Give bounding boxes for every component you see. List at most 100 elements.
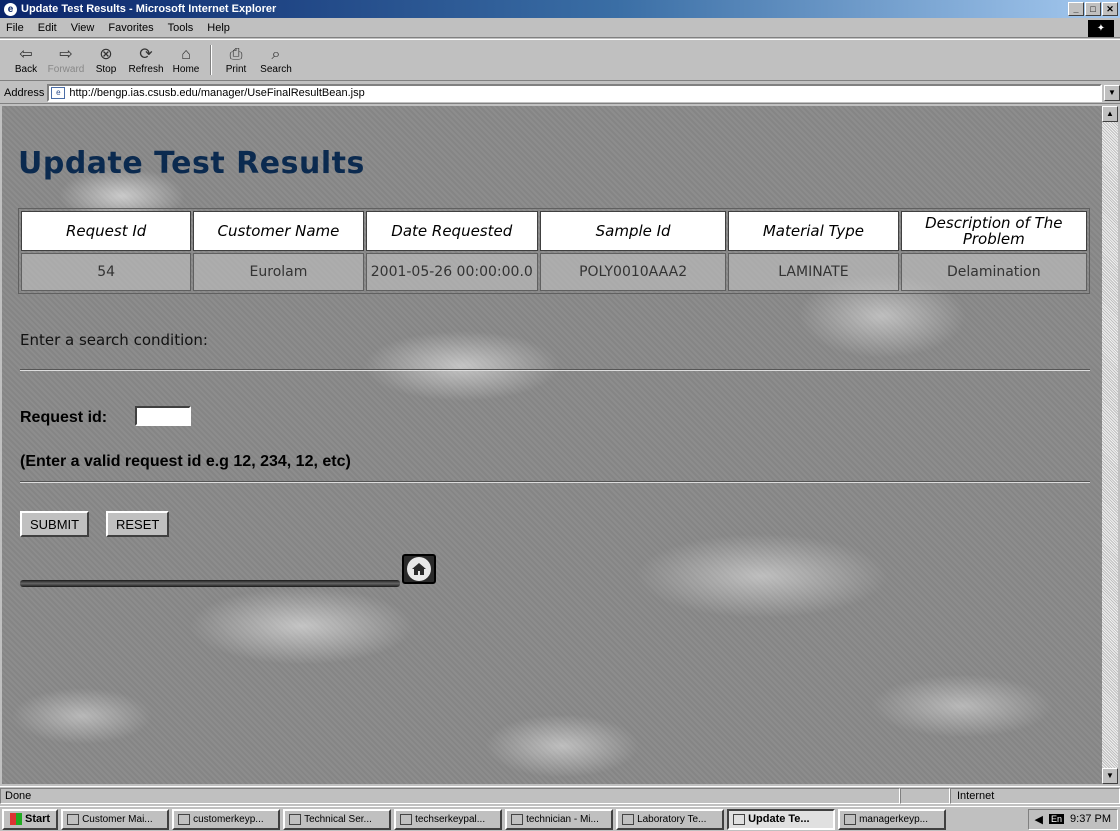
menu-file[interactable]: File: [6, 22, 24, 34]
request-id-input[interactable]: [135, 406, 191, 426]
request-id-label: Request id:: [20, 409, 108, 426]
taskbar-item[interactable]: technician - Mi...: [505, 808, 614, 830]
divider: [20, 369, 1090, 371]
taskbar-item-label: technician - Mi...: [526, 813, 599, 825]
table-cell: Delamination: [900, 253, 1087, 291]
request-id-hint: (Enter a valid request id e.g 12, 234, 1…: [20, 453, 351, 470]
taskbar-item[interactable]: Customer Mai...: [61, 808, 170, 830]
column-header: Date Requested: [365, 211, 538, 251]
taskbar-item-label: Update Te...: [748, 813, 810, 825]
table-cell: LAMINATE: [728, 253, 899, 291]
scroll-down-button[interactable]: ▼: [1102, 768, 1118, 784]
toolbar-separator: [210, 45, 212, 75]
column-header: Description of The Problem: [900, 211, 1087, 251]
menu-help[interactable]: Help: [207, 22, 230, 34]
window-icon: [622, 813, 635, 825]
taskbar-item[interactable]: managerkeyp...: [838, 808, 947, 830]
reset-button[interactable]: RESET: [106, 511, 170, 537]
refresh-button[interactable]: ⟳ Refresh: [126, 41, 166, 79]
close-button[interactable]: ✕: [1102, 2, 1118, 16]
window-icon: [178, 813, 191, 825]
table-cell: Eurolam: [193, 253, 364, 291]
menu-edit[interactable]: Edit: [38, 22, 57, 34]
status-text: Done: [0, 787, 900, 804]
refresh-icon: ⟳: [139, 45, 153, 63]
start-button[interactable]: Start: [2, 808, 59, 830]
address-dropdown-button[interactable]: ▼: [1104, 84, 1120, 101]
window-icon: [289, 813, 302, 825]
start-label: Start: [25, 813, 51, 825]
back-button[interactable]: ⇦ Back: [6, 41, 46, 79]
menu-bar: File Edit View Favorites Tools Help: [0, 18, 1120, 38]
taskbar-item-active[interactable]: Update Te...: [727, 808, 836, 830]
status-panel: [900, 787, 950, 804]
address-bar: Address e http://bengp.ias.csusb.edu/man…: [0, 82, 1120, 104]
scroll-up-button[interactable]: ▲: [1102, 106, 1118, 122]
search-label: Search: [260, 63, 292, 75]
ie-throbber-icon: ✦: [1088, 20, 1114, 37]
stop-button[interactable]: ⊗ Stop: [86, 41, 126, 79]
forward-arrow-icon: ⇨: [59, 45, 73, 63]
vertical-scrollbar[interactable]: ▲ ▼: [1102, 106, 1118, 784]
table-cell: 2001-05-26 00:00:00.0: [365, 253, 538, 291]
status-bar: Done Internet: [0, 786, 1120, 804]
table-header-row: Request Id Customer Name Date Requested …: [21, 211, 1087, 251]
back-arrow-icon: ⇦: [19, 45, 33, 63]
back-label: Back: [14, 63, 38, 75]
address-label: Address: [4, 86, 45, 99]
home-link-button[interactable]: [402, 554, 436, 584]
print-label: Print: [225, 63, 247, 75]
decorative-bar: [20, 580, 400, 587]
submit-button[interactable]: SUBMIT: [20, 511, 90, 537]
menu-tools[interactable]: Tools: [168, 22, 194, 34]
column-header: Material Type: [728, 211, 899, 251]
taskbar-item-label: customerkeyp...: [193, 813, 264, 825]
menu-view[interactable]: View: [71, 22, 95, 34]
column-header: Customer Name: [193, 211, 364, 251]
address-url: http://bengp.ias.csusb.edu/manager/UseFi…: [69, 86, 365, 99]
taskbar-item[interactable]: Technical Ser...: [283, 808, 392, 830]
page-title: Update Test Results: [18, 146, 365, 181]
taskbar-item[interactable]: customerkeyp...: [172, 808, 281, 830]
minimize-button[interactable]: _: [1068, 2, 1084, 16]
table-row: 54 Eurolam 2001-05-26 00:00:00.0 POLY001…: [21, 253, 1087, 291]
table-cell: 54: [21, 253, 192, 291]
menu-favorites[interactable]: Favorites: [108, 22, 153, 34]
print-button[interactable]: ⎙ Print: [216, 41, 256, 79]
table-cell: POLY0010AAA2: [539, 253, 727, 291]
clock: 9:37 PM: [1070, 813, 1111, 825]
search-prompt: Enter a search condition:: [20, 331, 208, 349]
page-content: Update Test Results Request Id Customer …: [2, 106, 1102, 784]
taskbar-item-label: Laboratory Te...: [637, 813, 707, 825]
page-icon: e: [51, 86, 66, 99]
address-input[interactable]: e http://bengp.ias.csusb.edu/manager/Use…: [47, 83, 1102, 102]
divider: [20, 481, 1090, 483]
window-controls: _ □ ✕: [1068, 2, 1118, 16]
column-header: Sample Id: [539, 211, 727, 251]
stop-icon: ⊗: [99, 45, 113, 63]
taskbar-item[interactable]: Laboratory Te...: [616, 808, 725, 830]
language-indicator[interactable]: En: [1049, 814, 1065, 824]
home-toolbar-button[interactable]: ⌂ Home: [166, 41, 206, 79]
taskbar-item-label: techserkeypal...: [415, 813, 486, 825]
search-icon: ⌕: [271, 45, 281, 63]
taskbar-item-label: Customer Mai...: [82, 813, 153, 825]
toolbar: ⇦ Back ⇨ Forward ⊗ Stop ⟳ Refresh ⌂ Home…: [0, 39, 1120, 81]
forward-button[interactable]: ⇨ Forward: [46, 41, 86, 79]
search-button[interactable]: ⌕ Search: [256, 41, 296, 79]
printer-icon: ⎙: [229, 45, 243, 63]
windows-logo-icon: [10, 813, 22, 825]
speaker-icon[interactable]: ◀: [1035, 813, 1043, 826]
window-title: Update Test Results - Microsoft Internet…: [21, 3, 277, 15]
taskbar-item-label: managerkeyp...: [859, 813, 928, 825]
window-icon: [400, 813, 413, 825]
taskbar-item[interactable]: techserkeypal...: [394, 808, 503, 830]
home-icon: ⌂: [181, 45, 191, 63]
title-bar: e Update Test Results - Microsoft Intern…: [0, 0, 1120, 18]
window-icon: [844, 813, 857, 825]
home-icon: [407, 557, 431, 581]
stop-label: Stop: [95, 63, 117, 75]
refresh-label: Refresh: [128, 63, 164, 75]
maximize-button[interactable]: □: [1085, 2, 1101, 16]
taskbar: Start Customer Mai... customerkeyp... Te…: [0, 806, 1120, 831]
